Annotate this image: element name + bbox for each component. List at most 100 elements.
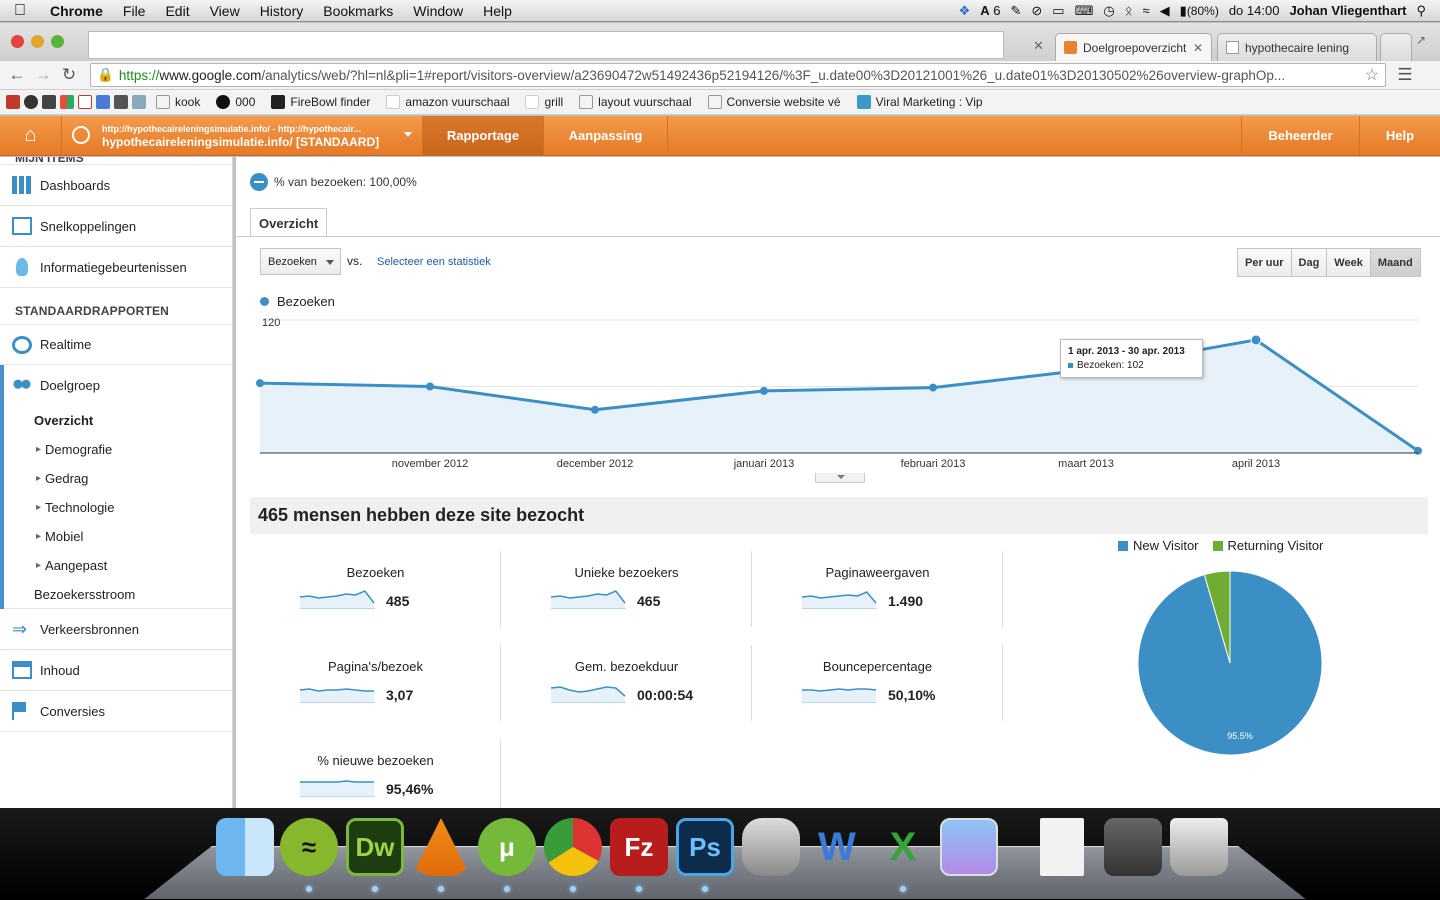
bookmark-firebowl[interactable]: FireBowl finder — [265, 95, 376, 109]
menu-file[interactable]: File — [113, 3, 156, 19]
bookmark-icon[interactable] — [114, 95, 128, 109]
excel-icon[interactable]: X — [874, 818, 932, 876]
volume-icon[interactable]: ◀ — [1160, 3, 1170, 19]
bookmark-amazon[interactable]: amazon vuurschaal — [380, 95, 515, 109]
home-button[interactable]: ⌂ — [0, 116, 62, 155]
sidebar-item-dashboards[interactable]: Dashboards — [0, 165, 232, 206]
bookmark-google-icon[interactable] — [96, 95, 110, 109]
select-statistic-link[interactable]: Selecteer een statistiek — [377, 256, 491, 268]
menu-history[interactable]: History — [250, 3, 314, 19]
donot-disturb-icon[interactable]: ⊘ — [1031, 3, 1042, 19]
tab-hypothecaire-lening[interactable]: hypothecaire lening — [1217, 33, 1377, 61]
photoshop-icon[interactable]: Ps — [676, 818, 734, 876]
apple-menu-icon[interactable]:  — [0, 2, 40, 20]
filezilla-icon[interactable]: Fz — [610, 818, 668, 876]
sidebar-sub-bezoekersstroom[interactable]: Bezoekersstroom — [4, 580, 232, 609]
close-tab-icon[interactable]: ✕ — [1033, 38, 1044, 54]
user-name[interactable]: Johan Vliegenthart — [1289, 3, 1406, 18]
spotlight-search-icon[interactable]: ⚲ — [1416, 3, 1426, 19]
bookmark-windows-icon[interactable] — [60, 95, 74, 109]
metric-paginaweergaven[interactable]: Paginaweergaven 1.490 — [752, 545, 1003, 625]
bookmark-viral[interactable]: Viral Marketing : Vip — [851, 95, 989, 109]
data-point[interactable] — [591, 405, 599, 414]
app-window-icon[interactable] — [940, 818, 998, 876]
nav-beheerder[interactable]: Beheerder — [1242, 116, 1360, 155]
bookmark-football-icon[interactable] — [24, 95, 38, 109]
bookmark-icon[interactable] — [132, 95, 146, 109]
collapse-chart-toggle[interactable] — [815, 473, 865, 483]
reload-button[interactable]: ↻ — [56, 65, 82, 85]
finder-icon[interactable] — [216, 818, 274, 876]
tab-doelgroepoverzicht[interactable]: Doelgroepoverzicht ✕ — [1055, 33, 1212, 61]
display-icon[interactable]: ▭ — [1052, 3, 1064, 19]
pie-legend-item[interactable]: New Visitor — [1118, 538, 1199, 553]
metric-gem-bezoekduur[interactable]: Gem. bezoekduur 00:00:54 — [501, 639, 752, 719]
metric-dropdown[interactable]: Bezoeken — [260, 248, 341, 275]
wifi-icon[interactable]: ≈ — [1143, 3, 1150, 18]
sidebar-item-verkeersbronnen[interactable]: ⇒ Verkeersbronnen — [0, 609, 232, 650]
data-point[interactable] — [1250, 334, 1262, 346]
minimize-window-button[interactable] — [31, 35, 44, 48]
sidebar-sub-gedrag[interactable]: Gedrag — [4, 464, 232, 493]
bookmark-layout[interactable]: layout vuurschaal — [573, 95, 697, 109]
sidebar-sub-aangepast[interactable]: Aangepast — [4, 551, 232, 580]
bookmark-star-icon[interactable]: ☆ — [1365, 65, 1379, 85]
pie-legend-item[interactable]: Returning Visitor — [1212, 538, 1323, 553]
bookmark-conversie[interactable]: Conversie website vé — [702, 95, 847, 109]
adobe-updates-icon[interactable]: A 6 — [980, 3, 1000, 18]
data-point[interactable] — [1414, 446, 1422, 455]
metric-bezoeken[interactable]: Bezoeken 485 — [250, 545, 501, 625]
menu-edit[interactable]: Edit — [155, 3, 199, 19]
sidebar-item-doelgroep[interactable]: Doelgroep — [4, 365, 232, 406]
metric-pagina-s-bezoek[interactable]: Pagina's/bezoek 3,07 — [250, 639, 501, 719]
data-point[interactable] — [929, 383, 937, 392]
bookmark-icon[interactable] — [42, 95, 56, 109]
visitor-type-pie-chart[interactable]: 95.5% — [1134, 567, 1344, 777]
bluetooth-icon[interactable]: ᛟ — [1125, 3, 1133, 18]
period-maand-button[interactable]: Maand — [1370, 249, 1420, 276]
tab-overzicht[interactable]: Overzicht — [250, 208, 328, 237]
period-week-button[interactable]: Week — [1327, 249, 1371, 276]
nav-rapportage[interactable]: Rapportage — [423, 116, 544, 155]
sidebar-sub-technologie[interactable]: Technologie — [4, 493, 232, 522]
fullscreen-icon[interactable]: ↗ — [1416, 33, 1426, 47]
metric-nieuwe-bezoeken[interactable]: % nieuwe bezoeken 95,46% — [250, 733, 501, 813]
time-machine-icon[interactable]: ◷ — [1103, 3, 1114, 19]
bookmark-grill[interactable]: grill — [519, 95, 569, 109]
server-icon[interactable] — [1104, 818, 1162, 876]
word-icon[interactable]: W — [808, 818, 866, 876]
chrome-menu-icon[interactable]: ☰ — [1392, 65, 1418, 85]
data-point[interactable] — [256, 379, 264, 388]
back-button[interactable]: ← — [4, 65, 30, 85]
chrome-icon[interactable] — [544, 818, 602, 876]
menu-app-chrome[interactable]: Chrome — [40, 3, 113, 19]
bookmark-000[interactable]: 000 — [210, 95, 261, 109]
sidebar-item-realtime[interactable]: Realtime — [0, 324, 232, 365]
sidebar-sub-overzicht[interactable]: Overzicht — [4, 406, 232, 435]
forward-button[interactable]: → — [30, 65, 56, 85]
dropbox-icon[interactable]: ❖ — [959, 3, 971, 19]
menu-view[interactable]: View — [200, 3, 250, 19]
period-dag-button[interactable]: Dag — [1291, 249, 1328, 276]
period-per-uur-button[interactable]: Per uur — [1238, 249, 1292, 276]
menu-bookmarks[interactable]: Bookmarks — [313, 3, 403, 19]
data-point[interactable] — [760, 386, 768, 395]
sidebar-item-conversies[interactable]: Conversies — [0, 691, 232, 732]
spotify-icon[interactable]: ≈ — [280, 818, 338, 876]
account-selector[interactable]: http://hypothecaireleningsimulatie.info/… — [62, 116, 423, 155]
menu-window[interactable]: Window — [403, 3, 473, 19]
bookmark-kook[interactable]: kook — [150, 95, 206, 109]
dreamweaver-icon[interactable]: Dw — [346, 818, 404, 876]
data-point[interactable] — [426, 382, 434, 391]
sidebar-sub-demografie[interactable]: Demografie — [4, 435, 232, 464]
close-tab-icon[interactable]: ✕ — [1193, 41, 1203, 55]
label-printer-icon[interactable] — [742, 818, 800, 876]
battery-icon[interactable]: ▮(80%) — [1180, 3, 1219, 19]
document-icon[interactable] — [1040, 818, 1084, 876]
close-window-button[interactable] — [11, 35, 24, 48]
sidebar-item-snelkoppelingen[interactable]: Snelkoppelingen — [0, 206, 232, 247]
trash-icon[interactable] — [1170, 818, 1228, 876]
metric-bouncepercentage[interactable]: Bouncepercentage 50,10% — [752, 639, 1003, 719]
zoom-window-button[interactable] — [51, 35, 64, 48]
evernote-icon[interactable]: ✎ — [1010, 3, 1021, 19]
